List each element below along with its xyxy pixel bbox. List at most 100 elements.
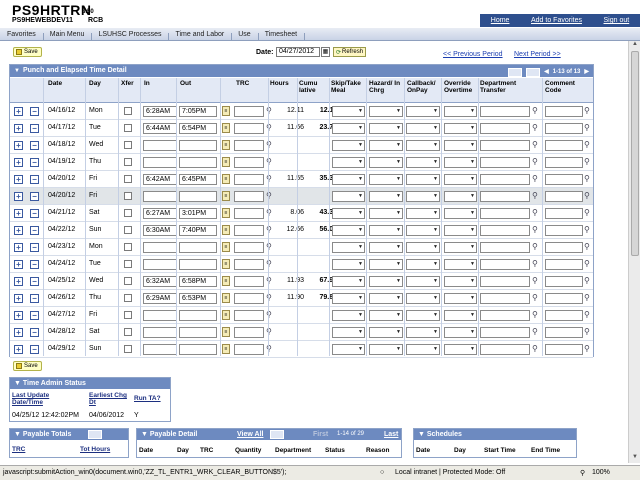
comment-lookup-icon[interactable]: ⚲ [584,344,590,354]
out-time-input[interactable]: 3:01PM [179,208,217,219]
delete-row-button[interactable]: − [30,243,39,252]
in-time-input[interactable] [143,327,177,338]
collapse-icon[interactable]: ▼ [14,68,20,74]
trc-detail-button[interactable]: ≡ [222,225,230,235]
hazard-select[interactable] [369,191,403,202]
scroll-up-icon[interactable]: ▲ [629,41,640,50]
delete-row-button[interactable]: − [30,175,39,184]
out-time-input[interactable]: 7:05PM [179,106,217,117]
in-time-input[interactable]: 6:32AM [143,276,177,287]
sign-out-link[interactable]: Sign out [604,17,630,24]
trc-detail-button[interactable]: ≡ [222,344,230,354]
add-row-button[interactable]: + [14,209,23,218]
trc-input[interactable] [234,106,264,117]
skip-meal-select[interactable] [332,106,365,117]
home-link[interactable]: Home [491,17,510,24]
delete-row-button[interactable]: − [30,107,39,116]
hazard-select[interactable] [369,225,403,236]
add-row-button[interactable]: + [14,107,23,116]
last-icon[interactable]: ▶ [584,66,589,78]
comment-lookup-icon[interactable]: ⚲ [584,293,590,303]
delete-row-button[interactable]: − [30,158,39,167]
dept-lookup-icon[interactable]: ⚲ [532,157,538,167]
dept-lookup-icon[interactable]: ⚲ [532,276,538,286]
override-select[interactable] [444,259,477,270]
skip-meal-select[interactable] [332,327,365,338]
comment-code-input[interactable] [545,225,583,236]
next-period-link[interactable]: Next Period >> [514,51,561,58]
callback-select[interactable] [406,310,440,321]
xfer-checkbox[interactable] [124,158,132,166]
callback-select[interactable] [406,225,440,236]
callback-select[interactable] [406,157,440,168]
callback-select[interactable] [406,174,440,185]
first-link[interactable]: First [313,429,328,440]
download-icon[interactable] [526,67,541,77]
dept-transfer-input[interactable] [480,259,530,270]
override-select[interactable] [444,225,477,236]
skip-meal-select[interactable] [332,242,365,253]
callback-select[interactable] [406,344,440,355]
trc-detail-button[interactable]: ≡ [222,310,230,320]
trc-input[interactable] [234,293,264,304]
in-time-input[interactable]: 6:27AM [143,208,177,219]
hazard-select[interactable] [369,293,403,304]
trc-detail-button[interactable]: ≡ [222,276,230,286]
comment-code-input[interactable] [545,327,583,338]
delete-row-button[interactable]: − [30,294,39,303]
trc-input[interactable] [234,327,264,338]
collapse-icon[interactable]: ▼ [14,380,23,387]
out-time-input[interactable] [179,140,217,151]
in-time-input[interactable] [143,310,177,321]
xfer-checkbox[interactable] [124,141,132,149]
last-update-header[interactable]: Last Update Date/Time [12,392,66,406]
dept-lookup-icon[interactable]: ⚲ [532,191,538,201]
grid-view-icon[interactable] [508,67,523,77]
dept-transfer-input[interactable] [480,174,530,185]
comment-code-input[interactable] [545,344,583,355]
in-time-input[interactable]: 6:42AM [143,174,177,185]
add-favorites-link[interactable]: Add to Favorites [531,17,582,24]
xfer-checkbox[interactable] [124,107,132,115]
comment-code-input[interactable] [545,191,583,202]
xfer-checkbox[interactable] [124,294,132,302]
delete-row-button[interactable]: − [30,226,39,235]
override-select[interactable] [444,310,477,321]
callback-select[interactable] [406,259,440,270]
first-icon[interactable]: ◀ [544,66,549,78]
callback-select[interactable] [406,293,440,304]
dept-lookup-icon[interactable]: ⚲ [532,106,538,116]
delete-row-button[interactable]: − [30,192,39,201]
comment-lookup-icon[interactable]: ⚲ [584,310,590,320]
override-select[interactable] [444,106,477,117]
comment-lookup-icon[interactable]: ⚲ [584,327,590,337]
xfer-checkbox[interactable] [124,277,132,285]
run-ta-header[interactable]: Run TA? [134,395,161,402]
delete-row-button[interactable]: − [30,124,39,133]
trc-detail-button[interactable]: ≡ [222,174,230,184]
grid-view-icon[interactable] [88,430,102,439]
comment-code-input[interactable] [545,293,583,304]
trc-input[interactable] [234,310,264,321]
trc-detail-button[interactable]: ≡ [222,242,230,252]
trc-detail-button[interactable]: ≡ [222,191,230,201]
xfer-checkbox[interactable] [124,192,132,200]
earliest-chg-header[interactable]: Earliest Chg Dt [89,392,133,406]
dept-lookup-icon[interactable]: ⚲ [532,310,538,320]
skip-meal-select[interactable] [332,208,365,219]
trc-detail-button[interactable]: ≡ [222,208,230,218]
dept-transfer-input[interactable] [480,208,530,219]
out-time-input[interactable]: 7:40PM [179,225,217,236]
vertical-scrollbar[interactable]: ▲ ▼ [628,41,640,463]
comment-lookup-icon[interactable]: ⚲ [584,106,590,116]
dept-transfer-input[interactable] [480,293,530,304]
grid-view-icon[interactable] [270,430,284,439]
override-select[interactable] [444,242,477,253]
callback-select[interactable] [406,327,440,338]
comment-code-input[interactable] [545,310,583,321]
override-select[interactable] [444,293,477,304]
out-time-input[interactable] [179,191,217,202]
out-time-input[interactable]: 6:45PM [179,174,217,185]
in-time-input[interactable] [143,157,177,168]
dept-lookup-icon[interactable]: ⚲ [532,140,538,150]
